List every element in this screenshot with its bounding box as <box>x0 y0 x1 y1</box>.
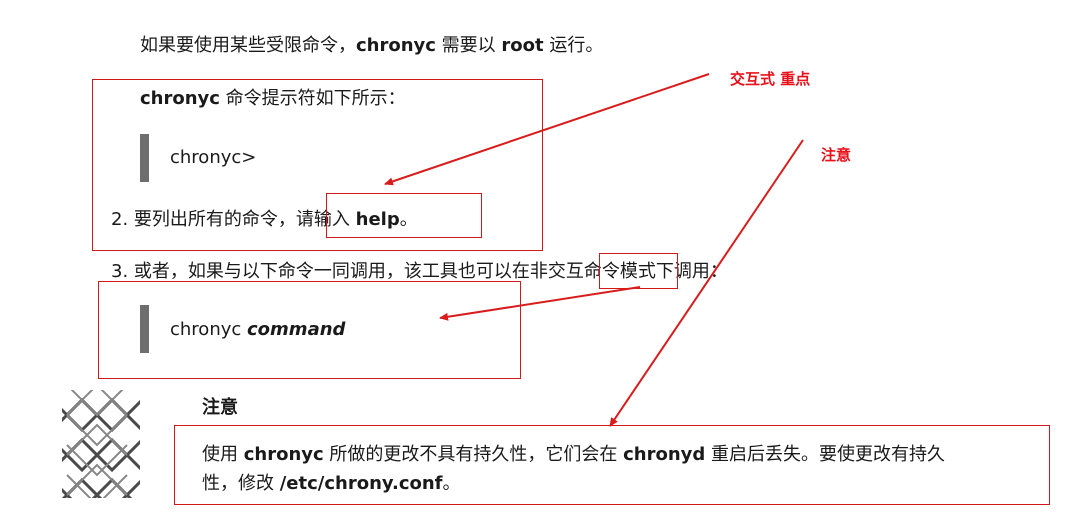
note-title: 注意 <box>202 397 238 418</box>
intro-user: root <box>501 35 544 56</box>
annotation-label-attention: 注意 <box>821 146 852 164</box>
annotation-box-command <box>98 281 521 379</box>
intro-text-middle: 需要以 <box>435 35 502 56</box>
intro-cmd: chronyc <box>356 35 436 56</box>
annotation-box-non-interactive <box>599 253 678 289</box>
intro-text-before: 如果要使用某些受限命令， <box>140 35 356 56</box>
annotation-box-note <box>174 425 1050 505</box>
intro-text-after: 运行。 <box>543 35 604 56</box>
intro-paragraph: 如果要使用某些受限命令，chronyc 需要以 root 运行。 <box>140 34 603 58</box>
annotation-label-interactive: 交互式 重点 <box>730 70 811 88</box>
note-pattern-icon <box>62 390 140 498</box>
step-3-number: 3. <box>111 261 129 282</box>
annotation-box-help <box>326 193 482 238</box>
